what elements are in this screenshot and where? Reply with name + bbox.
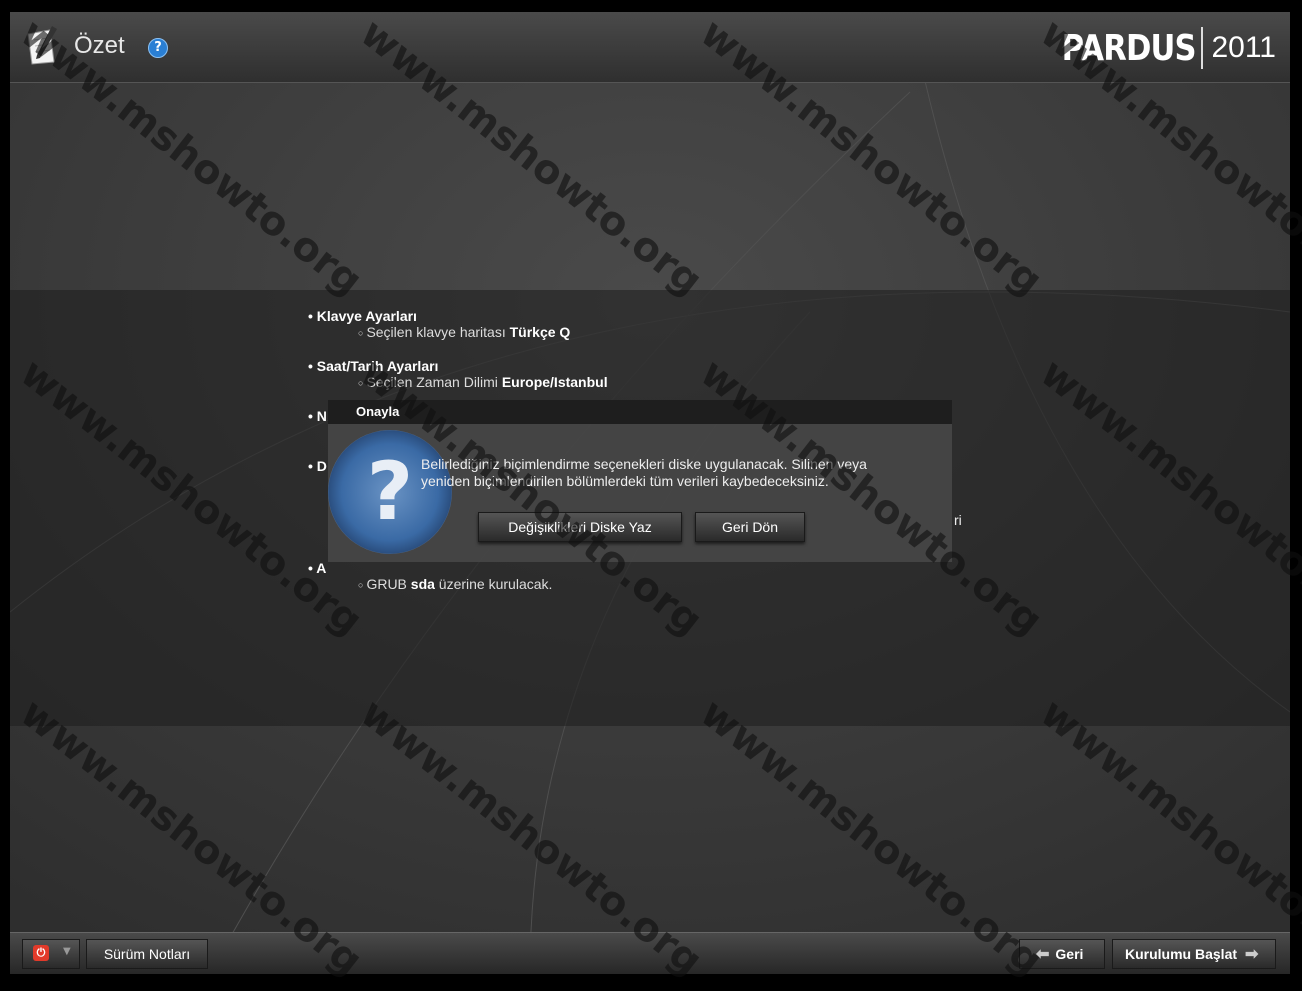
section-title: A: [308, 560, 552, 576]
section-item: Seçilen Zaman Dilimi Europe/Istanbul: [358, 374, 607, 390]
go-back-button[interactable]: Geri Dön: [695, 512, 805, 542]
brand-year: 2011: [1211, 31, 1276, 64]
section-datetime: Saat/Tarih Ayarları Seçilen Zaman Dilimi…: [308, 358, 608, 390]
help-icon[interactable]: ?: [148, 38, 168, 58]
section-title: Saat/Tarih Ayarları: [308, 358, 608, 374]
chevron-down-icon: ▼: [63, 946, 71, 957]
pardus-logo: PARDUS: [1061, 27, 1196, 69]
section-title: D: [308, 458, 327, 474]
question-mark: ?: [366, 445, 414, 538]
text-fragment: ri: [954, 512, 962, 528]
section-item: Seçilen klavye haritası Türkçe Q: [358, 324, 570, 340]
write-changes-button[interactable]: Değişiklikleri Diske Yaz: [478, 512, 682, 542]
section-partial-d: D: [308, 458, 327, 474]
dialog-title: Onayla: [356, 404, 400, 419]
section-bootloader: A GRUB sda üzerine kurulacak.: [308, 560, 552, 592]
section-fragment: ri: [954, 512, 962, 528]
back-button[interactable]: ⬅ Geri: [1019, 939, 1105, 969]
arrow-left-icon: ⬅: [1036, 946, 1050, 963]
section-title: Klavye Ayarları: [308, 308, 570, 324]
start-install-button[interactable]: Kurulumu Başlat ➡: [1112, 939, 1276, 969]
section-keyboard: Klavye Ayarları Seçilen klavye haritası …: [308, 308, 571, 340]
section-title: N: [308, 408, 327, 424]
footer-bar: ⏻ ▼ Sürüm Notları ⬅ Geri Kurulumu Başlat ➡: [10, 932, 1290, 974]
dialog-titlebar: Onayla: [328, 400, 952, 424]
arrow-right-icon: ➡: [1245, 946, 1259, 963]
brand: PARDUS 2011: [1038, 26, 1276, 70]
dialog-message-line: Belirlediğiniz biçimlendirme seçenekleri…: [421, 456, 867, 472]
header-bar: Özet ? PARDUS 2011: [10, 12, 1290, 83]
power-icon: ⏻: [33, 945, 49, 961]
page-title: Özet: [74, 32, 125, 59]
dialog-message-line: yeniden biçimlendirilen bölümlerdeki tüm…: [421, 473, 829, 489]
back-label: Geri: [1055, 946, 1084, 962]
dialog-message: Belirlediğiniz biçimlendirme seçenekleri…: [421, 456, 931, 490]
release-notes-button[interactable]: Sürüm Notları: [86, 939, 208, 969]
notepad-icon: [27, 26, 57, 65]
question-icon: ?: [328, 430, 452, 554]
start-install-label: Kurulumu Başlat: [1125, 946, 1238, 962]
brand-divider: [1201, 27, 1204, 69]
section-item: GRUB sda üzerine kurulacak.: [358, 576, 552, 592]
power-menu-button[interactable]: ⏻ ▼: [22, 939, 80, 969]
section-partial-n: N: [308, 408, 327, 424]
confirm-dialog: Onayla ? Belirlediğiniz biçimlendirme se…: [328, 400, 952, 562]
